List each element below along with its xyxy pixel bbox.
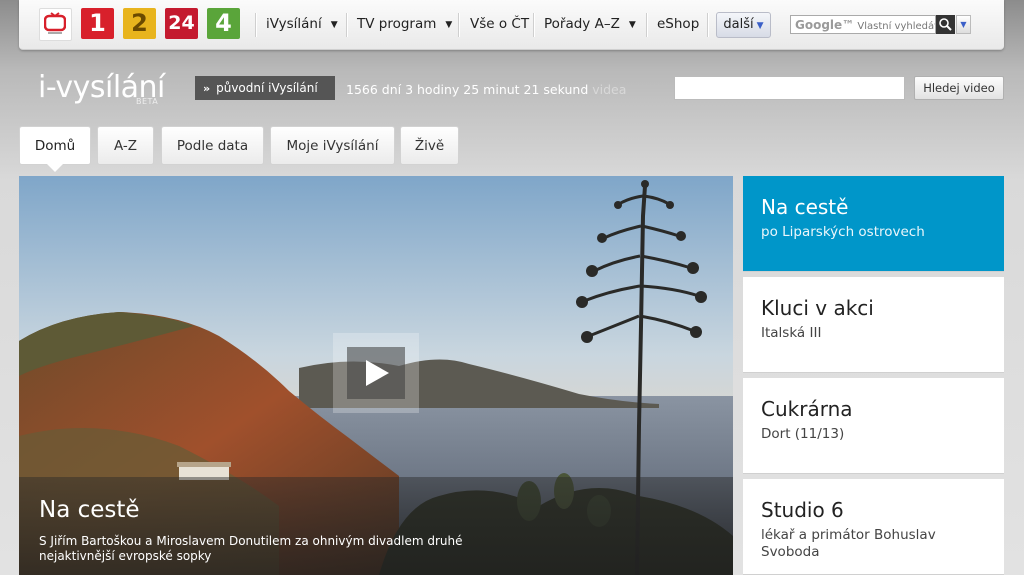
hero-description: S Jiřím Bartoškou a Miroslavem Donutilem… [39,534,463,563]
channel-ct2-logo[interactable]: 2 [123,8,156,39]
beta-label: BETA [136,97,159,106]
featured-video-hero[interactable]: Na cestě S Jiřím Bartoškou a Miroslavem … [19,176,733,575]
channel-ct4-logo[interactable]: 4 [207,8,240,39]
google-logo: Google™ [795,18,855,32]
nav-item-label: iVysílání [266,16,322,32]
caret-down-icon: ▼ [445,20,453,30]
google-search-button[interactable] [936,15,955,34]
nav-divider [255,13,257,37]
side-item-title: Kluci v akci [761,296,874,320]
side-item-na-ceste[interactable]: Na cestě po Liparských ostrovech [743,176,1004,272]
nav-divider [646,13,648,37]
hero-title[interactable]: Na cestě [39,497,140,523]
video-duration-counter: 1566 dní 3 hodiny 25 minut 21 sekund vid… [346,82,626,97]
play-icon [366,360,389,386]
side-item-subtitle: lékař a primátor Bohuslav Svoboda [761,527,936,560]
side-item-title: Na cestě [761,195,849,219]
side-item-cukrarna[interactable]: Cukrárna Dort (11/13) [743,378,1004,474]
nav-item-eshop[interactable]: eShop [657,0,699,49]
channel-ct1-logo[interactable]: 1 [81,8,114,39]
nav-divider [458,13,460,37]
side-item-subtitle: Italská III [761,325,822,341]
side-item-kluci-v-akci[interactable]: Kluci v akci Italská III [743,277,1004,373]
tab-moje-ivysilani[interactable]: Moje iVysílání [270,126,395,165]
side-item-subtitle: Dort (11/13) [761,426,845,442]
magnifier-icon [939,18,952,31]
nav-item-label: TV program [357,16,437,32]
channel-ct24-logo[interactable]: 24 [165,8,198,39]
play-button-background [347,347,405,399]
tab-a-z[interactable]: A-Z [97,126,154,165]
nav-item-vse-o-ct[interactable]: Vše o ČT [470,0,529,49]
nav-item-porady-a-z[interactable]: Pořady A–Z ▼ [544,0,636,49]
counter-suffix: videa [592,82,627,97]
play-button[interactable] [333,333,419,413]
caret-down-icon: ▼ [628,20,636,30]
side-item-title: Studio 6 [761,498,844,522]
google-search-placeholder: Vlastní vyhledávání [857,21,935,32]
nav-divider [533,13,535,37]
more-button[interactable]: další ▼ [716,12,771,38]
nav-item-label: Vše o ČT [470,16,530,32]
double-chevron-right-icon: » [203,82,211,95]
tab-zive[interactable]: Živě [400,126,459,165]
side-item-title: Cukrárna [761,397,853,421]
top-navigation-bar: 1 2 24 4 iVysílání ▼ TV program ▼ Vše o ČT… [19,0,1004,50]
tv-icon [44,12,66,34]
caret-down-icon: ▼ [756,21,764,31]
original-ivysilani-label: původní iVysílání [216,81,318,95]
nav-item-label: Pořady A–Z [544,16,620,32]
counter-value: 1566 dní 3 hodiny 25 minut 21 sekund [346,82,589,97]
tab-podle-data[interactable]: Podle data [161,126,264,165]
nav-item-tv-program[interactable]: TV program ▼ [357,0,452,49]
search-video-button[interactable]: Hledej video [914,76,1004,100]
nav-divider [707,13,709,37]
nav-item-label: eShop [657,16,700,32]
nav-divider [346,13,348,37]
google-search-input[interactable]: Google™ Vlastní vyhledávání [790,15,936,34]
ct-logo[interactable] [39,8,72,41]
google-search-dropdown[interactable]: ▼ [956,15,971,34]
video-search-input[interactable] [674,76,905,100]
nav-item-ivysilani[interactable]: iVysílání ▼ [266,0,338,49]
original-ivysilani-button[interactable]: » původní iVysílání [195,76,335,100]
caret-down-icon: ▼ [960,20,967,29]
side-item-subtitle: po Liparských ostrovech [761,224,925,240]
hero-caption: Na cestě S Jiřím Bartoškou a Miroslavem … [19,477,733,575]
caret-down-icon: ▼ [330,20,338,30]
side-item-studio-6[interactable]: Studio 6 lékař a primátor Bohuslav Svobo… [743,479,1004,575]
tab-domu[interactable]: Domů [19,126,91,172]
more-button-label: další [723,17,754,32]
